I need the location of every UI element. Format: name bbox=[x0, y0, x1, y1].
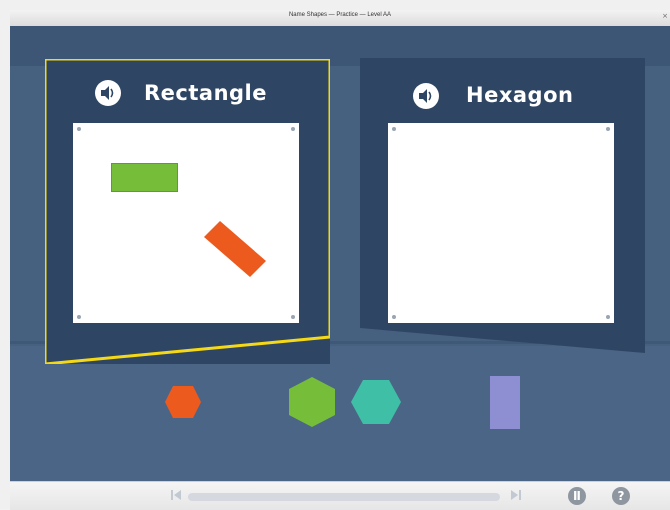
target-label-rectangle: Rectangle bbox=[144, 81, 267, 105]
bin-green-hexagon[interactable] bbox=[288, 376, 336, 428]
close-icon[interactable]: × bbox=[662, 12, 668, 20]
speaker-icon[interactable] bbox=[95, 80, 121, 106]
placed-orange-rectangle[interactable] bbox=[198, 215, 273, 285]
progress-track[interactable] bbox=[188, 493, 500, 501]
board-pin bbox=[392, 127, 396, 131]
drop-board-hexagon[interactable] bbox=[388, 123, 614, 323]
bin-purple-rectangle[interactable] bbox=[490, 376, 520, 429]
board-pin bbox=[291, 127, 295, 131]
speaker-icon[interactable] bbox=[413, 83, 439, 109]
skip-forward-icon[interactable] bbox=[508, 489, 524, 505]
skip-back-icon[interactable] bbox=[168, 489, 184, 505]
board-pin bbox=[77, 127, 81, 131]
app-window: Name Shapes — Practice — Level AA × Rect… bbox=[0, 0, 670, 510]
bin-orange-hexagon[interactable] bbox=[164, 385, 202, 419]
target-label-hexagon: Hexagon bbox=[466, 83, 574, 107]
target-panel-hexagon[interactable]: Hexagon bbox=[360, 58, 645, 353]
title-bar: Name Shapes — Practice — Level AA × bbox=[10, 10, 670, 27]
game-stage: Rectangle Hexagon bbox=[10, 26, 670, 481]
drop-board-rectangle[interactable] bbox=[73, 123, 299, 323]
placed-green-rectangle[interactable] bbox=[111, 163, 178, 192]
board-pin bbox=[606, 127, 610, 131]
window-title: Name Shapes — Practice — Level AA bbox=[288, 12, 392, 18]
bin-teal-hexagon[interactable] bbox=[350, 379, 402, 425]
pause-button[interactable]: Ⅱ bbox=[568, 487, 586, 505]
board-pin bbox=[392, 315, 396, 319]
floor bbox=[10, 346, 670, 481]
board-pin bbox=[606, 315, 610, 319]
target-panel-rectangle[interactable]: Rectangle bbox=[45, 59, 330, 364]
board-pin bbox=[291, 315, 295, 319]
playback-bar: Ⅱ ? bbox=[10, 481, 670, 510]
help-button[interactable]: ? bbox=[612, 487, 630, 505]
board-pin bbox=[77, 315, 81, 319]
